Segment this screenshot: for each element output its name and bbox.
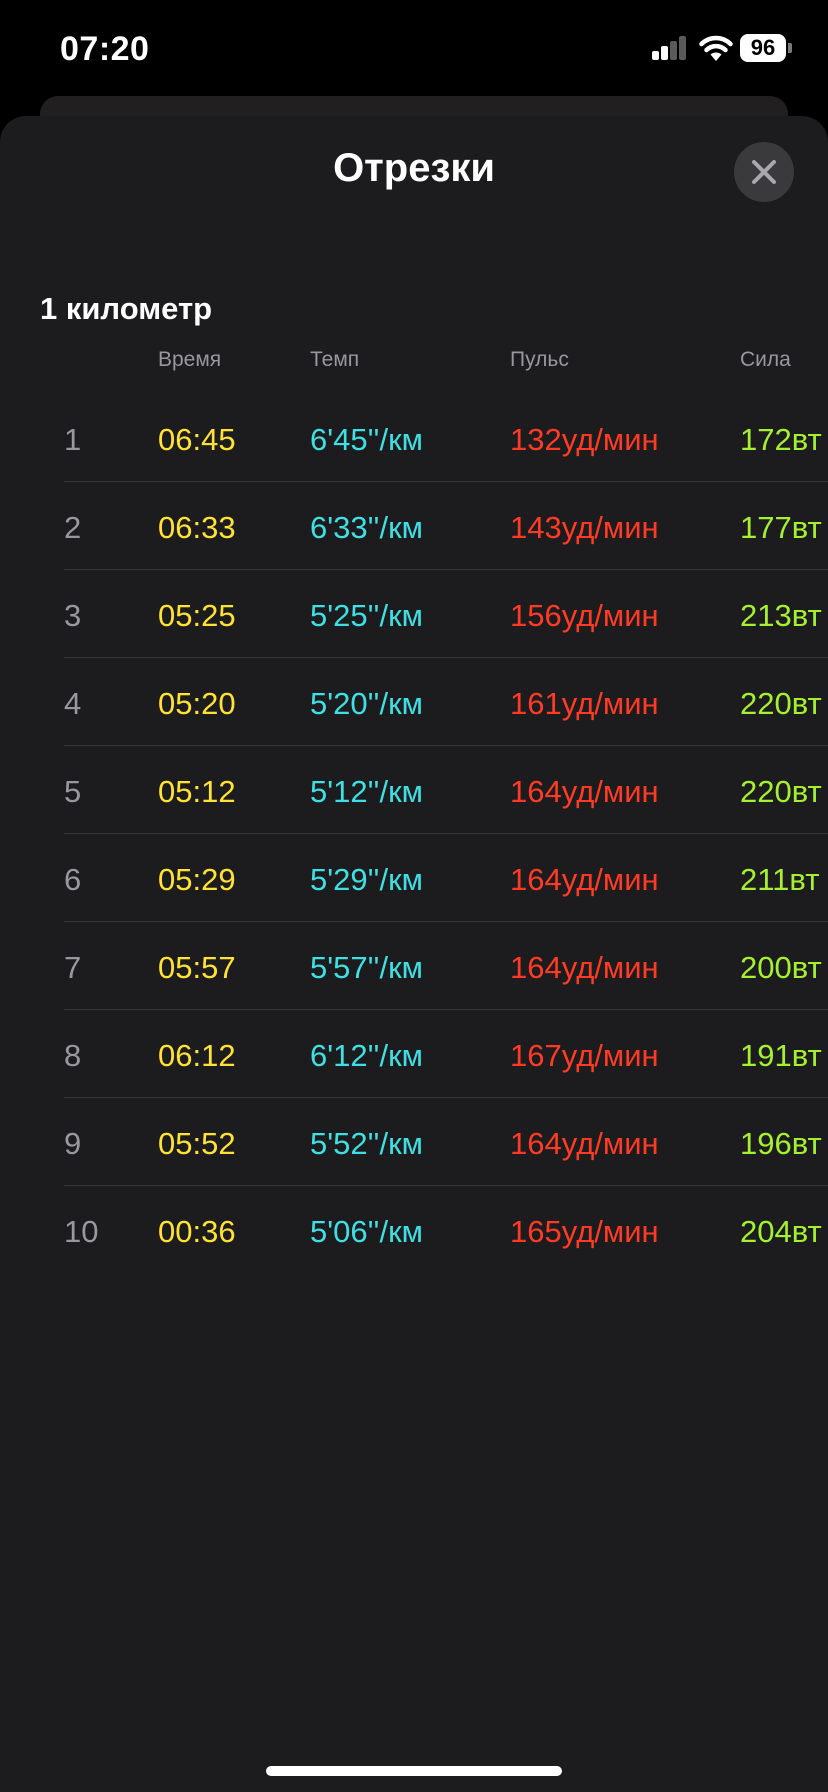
split-pace: 5'57''/км [310, 950, 423, 985]
split-number: 10 [64, 1214, 99, 1249]
split-power: 177вт [740, 510, 822, 545]
close-icon [752, 160, 776, 184]
split-power: 200вт [740, 950, 822, 985]
split-power: 172вт [740, 422, 822, 457]
table-row: 6 05:29 5'29''/км 164уд/мин 211вт [0, 834, 828, 922]
split-pace: 6'12''/км [310, 1038, 423, 1073]
split-number: 4 [64, 686, 82, 721]
split-number: 7 [64, 950, 82, 985]
split-number: 9 [64, 1126, 82, 1161]
home-indicator[interactable] [266, 1766, 562, 1776]
split-time: 00:36 [158, 1214, 236, 1249]
split-time: 05:52 [158, 1126, 236, 1161]
table-row: 4 05:20 5'20''/км 161уд/мин 220вт [0, 658, 828, 746]
status-time: 07:20 [60, 30, 150, 68]
header-pace: Темп [310, 348, 360, 371]
split-heart-rate: 164уд/мин [510, 1126, 659, 1161]
split-heart-rate: 164уд/мин [510, 862, 659, 897]
split-heart-rate: 167уд/мин [510, 1038, 659, 1073]
split-time: 06:12 [158, 1038, 236, 1073]
split-heart-rate: 156уд/мин [510, 598, 659, 633]
split-time: 05:12 [158, 774, 236, 809]
battery-icon: 96 [740, 34, 786, 62]
split-pace: 5'29''/км [310, 862, 423, 897]
battery-tip [788, 43, 792, 53]
split-pace: 6'33''/км [310, 510, 423, 545]
split-time: 05:25 [158, 598, 236, 633]
section-title: 1 километр [40, 291, 213, 326]
split-power: 211вт [740, 862, 820, 897]
split-number: 5 [64, 774, 82, 809]
split-time: 06:33 [158, 510, 236, 545]
split-heart-rate: 161уд/мин [510, 686, 659, 721]
split-heart-rate: 132уд/мин [510, 422, 659, 457]
table-row: 7 05:57 5'57''/км 164уд/мин 200вт [0, 922, 828, 1010]
cellular-signal-icon [652, 36, 688, 60]
sheet-title: Отрезки [333, 146, 495, 190]
split-power: 204вт [740, 1214, 822, 1249]
split-power: 196вт [740, 1126, 822, 1161]
table-row: 8 06:12 6'12''/км 167уд/мин 191вт [0, 1010, 828, 1098]
split-pace: 5'25''/км [310, 598, 423, 633]
split-heart-rate: 164уд/мин [510, 774, 659, 809]
split-pace: 5'12''/км [310, 774, 423, 809]
splits-table: 1 06:45 6'45''/км 132уд/мин 172вт 2 06:3… [0, 394, 828, 1274]
status-bar: 07:20 96 [0, 0, 828, 100]
split-heart-rate: 164уд/мин [510, 950, 659, 985]
split-number: 2 [64, 510, 82, 545]
table-row: 3 05:25 5'25''/км 156уд/мин 213вт [0, 570, 828, 658]
split-pace: 5'20''/км [310, 686, 423, 721]
table-row: 9 05:52 5'52''/км 164уд/мин 196вт [0, 1098, 828, 1186]
split-number: 1 [64, 422, 82, 457]
split-pace: 5'52''/км [310, 1126, 423, 1161]
table-row: 2 06:33 6'33''/км 143уд/мин 177вт [0, 482, 828, 570]
split-pace: 5'06''/км [310, 1214, 423, 1249]
split-time: 05:29 [158, 862, 236, 897]
split-power: 213вт [740, 598, 822, 633]
split-number: 3 [64, 598, 82, 633]
split-pace: 6'45''/км [310, 422, 423, 457]
wifi-icon [699, 35, 733, 61]
split-time: 06:45 [158, 422, 236, 457]
split-number: 6 [64, 862, 82, 897]
split-heart-rate: 165уд/мин [510, 1214, 659, 1249]
table-row: 10 00:36 5'06''/км 165уд/мин 204вт [0, 1186, 828, 1274]
table-header: Время Темп Пульс Сила [0, 348, 828, 378]
table-row: 1 06:45 6'45''/км 132уд/мин 172вт [0, 394, 828, 482]
split-power: 220вт [740, 686, 822, 721]
splits-sheet: Отрезки 1 километр Время Темп Пульс Сила… [0, 116, 828, 1792]
header-time: Время [158, 348, 222, 371]
split-number: 8 [64, 1038, 82, 1073]
table-row: 5 05:12 5'12''/км 164уд/мин 220вт [0, 746, 828, 834]
split-power: 191вт [740, 1038, 822, 1073]
split-time: 05:20 [158, 686, 236, 721]
header-heart-rate: Пульс [510, 348, 569, 371]
close-button[interactable] [734, 142, 794, 202]
split-heart-rate: 143уд/мин [510, 510, 659, 545]
split-time: 05:57 [158, 950, 236, 985]
header-power: Сила [740, 348, 791, 371]
split-power: 220вт [740, 774, 822, 809]
